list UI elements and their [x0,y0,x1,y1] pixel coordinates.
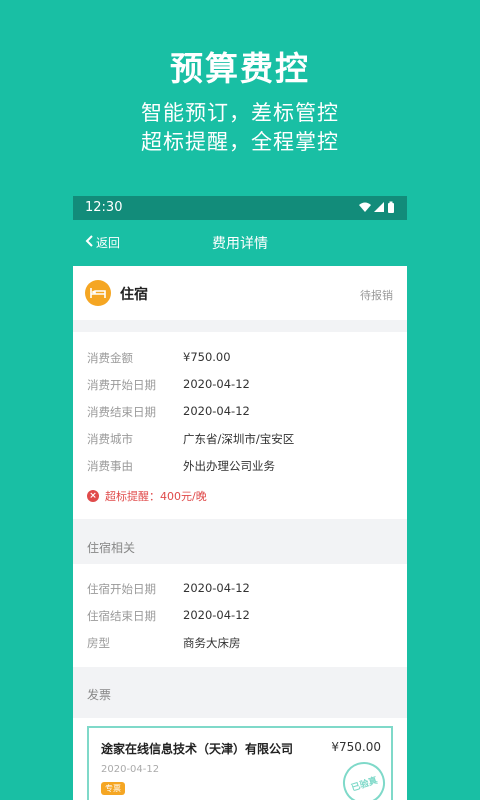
wifi-icon [359,202,371,212]
detail-value: 商务大床房 [183,636,241,650]
invoice-company: 途家在线信息技术（天津）有限公司 [101,742,294,756]
detail-label: 消费金额 [87,351,133,365]
status-bar: 12:30 [73,196,407,220]
promo-subtitle-line-2: 超标提醒，全程掌控 [141,130,339,154]
verified-stamp: 已验真 [337,756,391,800]
reimbursement-status: 待报销 [360,289,393,302]
battery-icon [388,201,394,213]
detail-value: 2020-04-12 [183,608,250,622]
promo-title: 预算费控 [170,49,310,88]
hotel-details-card: 住宿开始日期 2020-04-12 住宿结束日期 2020-04-12 房型 商… [73,564,407,667]
invoice-amount: ¥750.00 [331,740,381,754]
invoice-section-title: 发票 [87,688,112,702]
expense-category-card: 住宿 待报销 [73,266,407,320]
detail-value: 2020-04-12 [183,581,250,595]
app-bar: 返回 费用详情 [73,220,407,266]
detail-label: 住宿结束日期 [87,609,156,623]
status-time: 12:30 [85,200,123,215]
detail-value: 2020-04-12 [183,404,250,418]
detail-value: 2020-04-12 [183,377,250,391]
page-title: 费用详情 [212,236,268,252]
invoice-date: 2020-04-12 [101,764,160,775]
invoice-list: 途家在线信息技术（天津）有限公司 ¥750.00 2020-04-12 专票 已… [73,718,407,800]
detail-value: 广东省/深圳市/宝安区 [183,432,295,446]
promo-subtitle-line-1: 智能预订，差标管控 [141,101,339,125]
warning-text: 超标提醒：400元/晚 [105,490,207,503]
category-name: 住宿 [120,287,148,303]
detail-label: 消费事由 [87,459,133,473]
detail-label: 房型 [87,636,110,650]
expense-details-card: 消费金额 ¥750.00 消费开始日期 2020-04-12 消费结束日期 20… [73,332,407,519]
invoice-type-badge: 专票 [101,782,125,795]
detail-label: 消费开始日期 [87,378,156,392]
over-limit-warning: × 超标提醒：400元/晚 [87,488,207,504]
bed-icon [85,280,111,306]
error-icon: × [87,490,99,502]
hotel-section-title: 住宿相关 [87,541,136,555]
status-icons [357,200,397,216]
phone-screen: 12:30 返回 费用详情 住宿 待报销 消费金额 ¥750.00 消费开始日期… [73,196,407,800]
detail-label: 消费结束日期 [87,405,156,419]
detail-value: ¥750.00 [183,350,231,364]
detail-label: 住宿开始日期 [87,582,156,596]
invoice-card[interactable]: 途家在线信息技术（天津）有限公司 ¥750.00 2020-04-12 专票 已… [87,726,393,800]
detail-label: 消费城市 [87,432,133,446]
signal-icon [374,202,384,212]
detail-value: 外出办理公司业务 [183,459,275,473]
